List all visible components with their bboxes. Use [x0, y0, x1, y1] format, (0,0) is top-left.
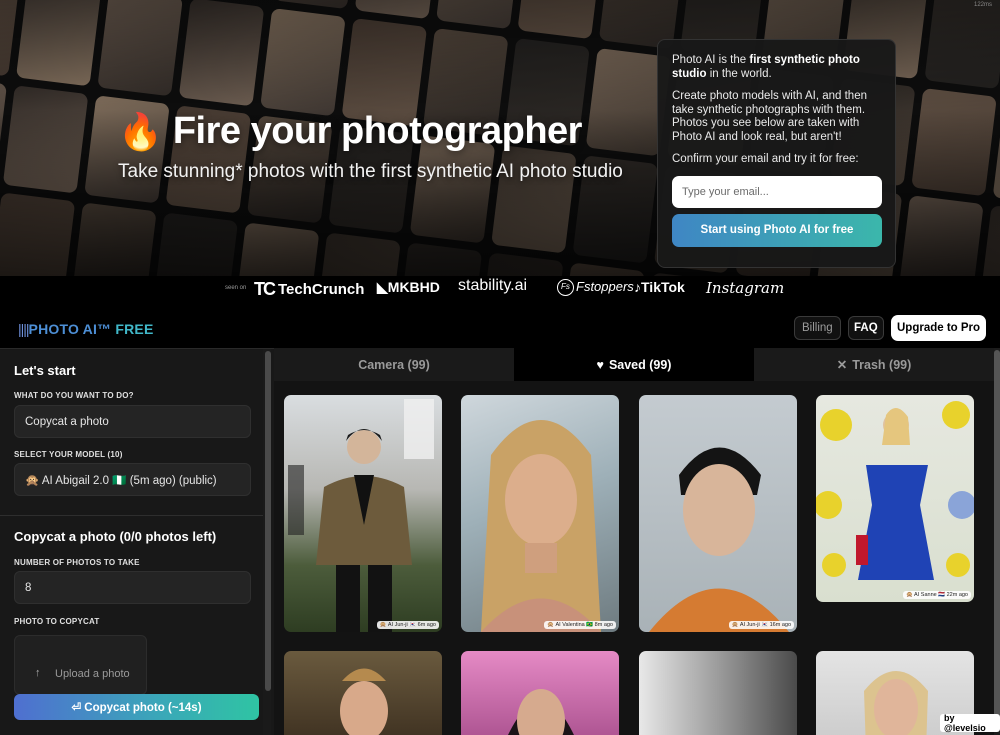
upload-arrow-icon: ↑ — [35, 667, 41, 679]
x-icon: ✕ — [836, 358, 848, 372]
heart-icon: ♥ — [596, 357, 604, 372]
copycat-photo-button[interactable]: ⏎ Copycat photo (~14s) — [14, 694, 259, 720]
gallery-photo[interactable]: 🙊 AI Valentina 🇧🇷 8m ago — [461, 395, 619, 632]
photo-figure-man-hallway — [340, 668, 388, 735]
select-model-label: SELECT YOUR MODEL (10) — [14, 450, 123, 459]
fire-icon: 🔥 — [118, 110, 163, 152]
sidebar-divider — [0, 515, 263, 516]
techcrunch-name: TechCrunch — [278, 281, 365, 298]
signup-description: Create photo models with AI, and then ta… — [672, 90, 867, 143]
photo-gallery: Camera (99) ♥ Saved (99) ✕ Trash (99) 🙊 … — [274, 348, 1000, 735]
faq-button[interactable]: FAQ — [848, 316, 884, 340]
upload-photo-label: Upload a photo — [55, 668, 130, 680]
mkbhd-mark-icon: ◣ — [377, 279, 388, 295]
seen-on-label: seen on — [225, 285, 247, 291]
photo-caption: 🙊 AI Valentina 🇧🇷 8m ago — [544, 621, 616, 629]
photo-figure-woman-neon — [508, 689, 574, 735]
upload-photo-dropzone[interactable]: ↑ Upload a photo — [14, 635, 147, 695]
tab-saved[interactable]: ♥ Saved (99) — [514, 348, 754, 381]
model-select[interactable]: 🙊 AI Abigail 2.0 🇳🇬 (5m ago) (public) — [14, 463, 251, 496]
mkbhd-name: MKBHD — [387, 279, 440, 295]
photo-figure-blonde-woman — [481, 420, 601, 632]
gallery-scrollbar[interactable] — [994, 350, 1000, 730]
photo-to-copycat-label: PHOTO TO COPYCAT — [14, 617, 100, 626]
signup-card: Photo AI is the first synthetic photo st… — [657, 39, 896, 268]
tab-camera[interactable]: Camera (99) — [274, 348, 514, 381]
tab-trash[interactable]: ✕ Trash (99) — [754, 348, 994, 381]
fstoppers-mark-icon: Fs — [557, 279, 574, 297]
signup-intro-end: in the world. — [706, 67, 772, 80]
hero-banner: 🔥 Fire your photographer Take stunning* … — [0, 0, 1000, 276]
corner-timing-text: 122ms — [973, 2, 992, 8]
mkbhd-logo: ◣MKBHD — [377, 279, 440, 296]
stability-logo: stability.ai — [458, 277, 528, 294]
brand-name: PHOTO AI™ — [28, 321, 112, 337]
sidebar-panel: Let's start WHAT DO YOU WANT TO DO? Copy… — [0, 348, 274, 735]
lets-start-heading: Let's start — [14, 363, 76, 378]
tiktok-note-icon: ♪ — [634, 279, 641, 295]
tab-trash-label: Trash (99) — [852, 357, 912, 372]
tiktok-name: TikTok — [641, 279, 685, 295]
tab-saved-label: Saved (99) — [608, 357, 672, 372]
fstoppers-name: Fstoppers — [576, 279, 634, 294]
number-of-photos-label: NUMBER OF PHOTOS TO TAKE — [14, 558, 140, 567]
billing-button[interactable]: Billing — [794, 316, 841, 340]
what-to-do-label: WHAT DO YOU WANT TO DO? — [14, 391, 134, 400]
photo-figure-man-suit — [288, 399, 434, 632]
fstoppers-logo: Fs Fstoppers — [557, 279, 634, 297]
number-of-photos-input[interactable]: 8 — [14, 571, 251, 604]
seen-on-logos: seen on TC TechCrunch ◣MKBHD stability.a… — [0, 276, 1000, 306]
what-to-do-value: Copycat a photo — [25, 415, 109, 428]
techcrunch-mark-icon: TC — [254, 279, 276, 299]
photo-caption: 🙊 AI Jun-ji 🇰🇷 6m ago — [376, 621, 439, 629]
gallery-photo[interactable] — [461, 651, 619, 735]
app-bar: ||||PHOTO AI™ FREE Billing FAQ Upgrade t… — [0, 306, 1000, 348]
hero-title: 🔥 Fire your photographer — [118, 110, 582, 153]
photo-caption: 🙊 AI Sanne 🇳🇱 22m ago — [902, 591, 971, 599]
sidebar-scrollbar[interactable] — [265, 351, 271, 691]
instagram-logo: Instagram — [706, 279, 785, 297]
tab-camera-label: Camera (99) — [358, 357, 430, 372]
brand-logo[interactable]: ||||PHOTO AI™ FREE — [18, 321, 153, 337]
gallery-photo[interactable]: 🙊 AI Jun-ji 🇰🇷 16m ago — [639, 395, 797, 632]
hero-subtitle: Take stunning* photos with the first syn… — [118, 161, 623, 182]
number-of-photos-value: 8 — [25, 581, 32, 594]
author-badge[interactable]: by @levelsio — [940, 713, 1000, 733]
signup-confirm-text: Confirm your email and try it for free: — [672, 153, 859, 165]
hero-heading: Fire your photographer — [172, 110, 583, 152]
photo-figure-woman-blue-dress — [816, 401, 974, 580]
tiktok-logo: ♪TikTok — [634, 279, 685, 295]
signup-intro: Photo AI is the first synthetic photo st… — [672, 54, 881, 81]
techcrunch-logo: TC TechCrunch — [254, 279, 364, 300]
brand-plan: FREE — [115, 321, 154, 337]
gallery-photo[interactable] — [284, 651, 442, 735]
gallery-photo[interactable]: 🙊 AI Jun-ji 🇰🇷 6m ago — [284, 395, 442, 632]
upgrade-button[interactable]: Upgrade to Pro — [891, 315, 987, 341]
photo-figure-man-hoodie — [649, 447, 789, 632]
email-input[interactable] — [672, 175, 882, 208]
brand-bars-icon: |||| — [18, 321, 30, 337]
photo-caption: 🙊 AI Jun-ji 🇰🇷 16m ago — [728, 621, 794, 629]
what-to-do-select[interactable]: Copycat a photo — [14, 405, 251, 438]
gallery-photo[interactable] — [639, 651, 797, 735]
gallery-photo[interactable]: 🙊 AI Sanne 🇳🇱 22m ago — [816, 395, 974, 602]
gallery-tabs: Camera (99) ♥ Saved (99) ✕ Trash (99) — [274, 348, 994, 381]
model-value: 🙊 AI Abigail 2.0 🇳🇬 (5m ago) (public) — [25, 474, 217, 487]
signup-intro-text: Photo AI is the — [672, 54, 750, 66]
start-free-button[interactable]: Start using Photo AI for free — [672, 213, 882, 247]
copycat-heading: Copycat a photo (0/0 photos left) — [14, 529, 217, 544]
